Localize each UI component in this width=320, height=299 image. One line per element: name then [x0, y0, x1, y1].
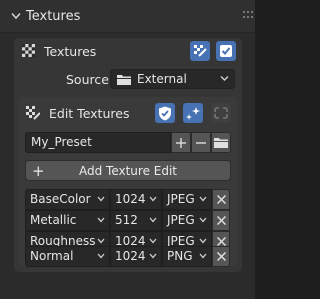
- chevron-down-icon: [97, 253, 105, 259]
- texture-size-dropdown[interactable]: 512: [110, 210, 162, 231]
- shield-toggle[interactable]: [155, 103, 175, 123]
- texture-size: 1024: [115, 192, 146, 206]
- source-value: External: [137, 72, 187, 86]
- chevron-down-icon: [199, 196, 207, 202]
- panel-title: Textures: [26, 9, 81, 24]
- texture-brush-icon: [194, 45, 207, 57]
- texture-name-dropdown[interactable]: Metallic: [25, 210, 110, 231]
- texture-name-dropdown[interactable]: BaseColor: [25, 189, 110, 210]
- close-icon: [216, 237, 226, 246]
- remove-texture-edit-button[interactable]: [212, 246, 230, 267]
- texture-format: JPEG: [167, 192, 195, 206]
- chevron-down-icon: [220, 76, 229, 81]
- folder-icon: [117, 75, 131, 85]
- textures-box-label: Textures: [44, 44, 97, 59]
- texture-format-dropdown[interactable]: JPEG: [162, 189, 212, 210]
- texture-name: Metallic: [30, 213, 77, 227]
- remove-preset-button[interactable]: [191, 132, 211, 153]
- shield-check-icon: [159, 106, 171, 120]
- texture-name: BaseColor: [30, 192, 91, 206]
- chevron-down-icon: [149, 238, 157, 244]
- remove-texture-edit-button[interactable]: [212, 210, 230, 231]
- close-icon: [216, 252, 226, 261]
- panel-header[interactable]: Textures: [0, 0, 255, 33]
- folder-icon: [214, 138, 228, 148]
- unlink-icon: [214, 107, 228, 119]
- texture-name: Normal: [30, 249, 74, 263]
- source-dropdown[interactable]: External: [110, 69, 235, 89]
- chevron-down-icon: [199, 253, 207, 259]
- chevron-down-icon: [149, 196, 157, 202]
- preset-field[interactable]: My_Preset: [25, 132, 171, 153]
- add-texture-edit-button[interactable]: + Add Texture Edit: [25, 160, 231, 181]
- chevron-down-icon: [97, 217, 105, 223]
- texture-name-dropdown[interactable]: Normal: [25, 246, 110, 267]
- checker-texture-icon: [22, 44, 35, 57]
- source-label: Source: [66, 72, 109, 87]
- chevron-down-icon: [149, 217, 157, 223]
- sparkle-icon: [186, 107, 200, 120]
- add-texture-edit-label: Add Texture Edit: [78, 164, 178, 178]
- texture-format: JPEG: [167, 213, 195, 227]
- chevron-down-icon: [149, 253, 157, 259]
- drag-grip-icon[interactable]: [243, 11, 245, 21]
- remove-texture-edit-button[interactable]: [212, 189, 230, 210]
- texture-format: PNG: [167, 249, 193, 263]
- add-preset-button[interactable]: [171, 132, 191, 153]
- texture-mode-toggle[interactable]: [190, 41, 210, 61]
- chevron-down-icon: [97, 196, 105, 202]
- chevron-down-icon: [97, 238, 105, 244]
- checker-brush-icon: [26, 106, 40, 120]
- close-icon: [216, 216, 226, 225]
- texture-size: 1024: [115, 249, 146, 263]
- texture-format-dropdown[interactable]: JPEG: [162, 210, 212, 231]
- textures-enable-checkbox[interactable]: [216, 41, 236, 61]
- texture-size-dropdown[interactable]: 1024: [110, 246, 162, 267]
- chevron-down-icon: [11, 12, 21, 20]
- chevron-down-icon: [199, 217, 207, 223]
- close-icon: [216, 195, 226, 204]
- edit-textures-label: Edit Textures: [49, 106, 130, 121]
- texture-size-dropdown[interactable]: 1024: [110, 189, 162, 210]
- sparkle-toggle[interactable]: [183, 103, 203, 123]
- checkbox-checked-icon: [220, 45, 232, 57]
- preset-folder-button[interactable]: [211, 132, 231, 153]
- unlink-button[interactable]: [211, 103, 231, 123]
- texture-format-dropdown[interactable]: PNG: [162, 246, 212, 267]
- plus-icon: [176, 137, 186, 148]
- texture-size: 512: [115, 213, 138, 227]
- minus-icon: [196, 141, 206, 144]
- chevron-down-icon: [199, 238, 207, 244]
